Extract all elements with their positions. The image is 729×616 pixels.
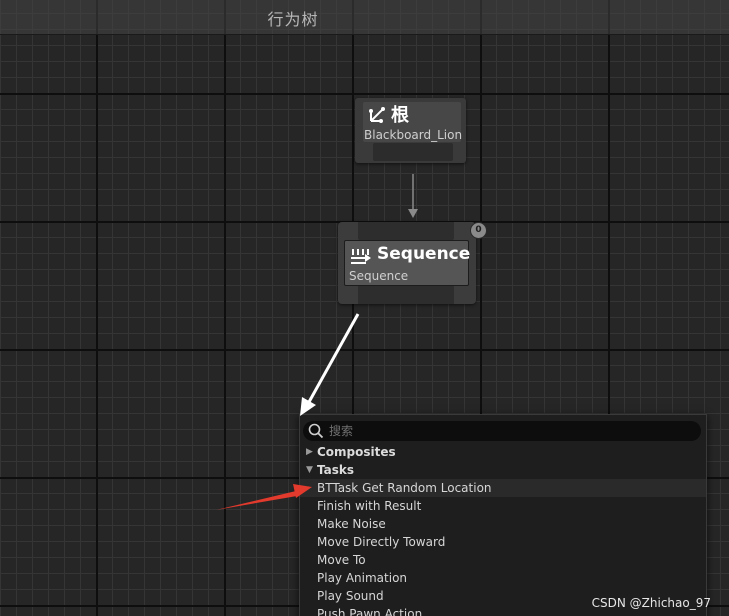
category-label: Composites [317, 445, 396, 459]
menu-item-bttask-get-random-location[interactable]: BTTask Get Random Location [300, 479, 706, 497]
node-context-menu[interactable]: ▶ Composites ▼ Tasks BTTask Get Random L… [299, 414, 707, 616]
sequence-node[interactable]: Sequence Sequence [338, 222, 476, 304]
sequence-input-pin[interactable] [358, 222, 454, 240]
menu-item-label: Make Noise [317, 517, 386, 531]
menu-item-move-to[interactable]: Move To [300, 551, 706, 569]
menu-item-label: Play Sound [317, 589, 384, 603]
category-tasks[interactable]: ▼ Tasks [300, 461, 706, 479]
menu-item-label: Move Directly Toward [317, 535, 446, 549]
watermark: CSDN @Zhichao_97 [591, 596, 711, 610]
menu-item-finish-with-result[interactable]: Finish with Result [300, 497, 706, 515]
menu-item-label: Finish with Result [317, 499, 422, 513]
root-output-pin[interactable] [373, 143, 453, 161]
search-box[interactable] [303, 421, 701, 441]
search-input[interactable] [329, 422, 689, 440]
root-node[interactable]: 根 Blackboard_Lion [355, 98, 466, 163]
menu-list: ▶ Composites ▼ Tasks BTTask Get Random L… [300, 443, 706, 616]
sequence-node-title: Sequence [377, 244, 471, 264]
collapsed-arrow-icon: ▶ [306, 447, 313, 457]
menu-item-label: Move To [317, 553, 366, 567]
search-icon [308, 423, 324, 439]
category-composites[interactable]: ▶ Composites [300, 443, 706, 461]
category-label: Tasks [317, 463, 355, 477]
behavior-tree-graph[interactable]: 行为树 根 Blackboard_Lion Sequence Sequence … [0, 0, 729, 616]
execution-order-badge: 0 [470, 222, 487, 239]
sequence-node-subtitle: Sequence [349, 269, 409, 283]
root-branch-icon [369, 107, 385, 123]
menu-item-label: Play Animation [317, 571, 408, 585]
menu-item-label: Push Pawn Action [317, 607, 423, 616]
root-node-subtitle: Blackboard_Lion [364, 128, 463, 142]
menu-item-label: BTTask Get Random Location [317, 481, 492, 495]
expanded-arrow-icon: ▼ [306, 465, 313, 475]
sequence-node-header: Sequence Sequence [344, 240, 471, 286]
sequence-arrows-icon [351, 249, 371, 264]
root-node-title: 根 [391, 105, 409, 126]
menu-item-move-directly-toward[interactable]: Move Directly Toward [300, 533, 706, 551]
menu-item-make-noise[interactable]: Make Noise [300, 515, 706, 533]
menu-item-play-animation[interactable]: Play Animation [300, 569, 706, 587]
sequence-output-pin[interactable] [358, 284, 454, 304]
